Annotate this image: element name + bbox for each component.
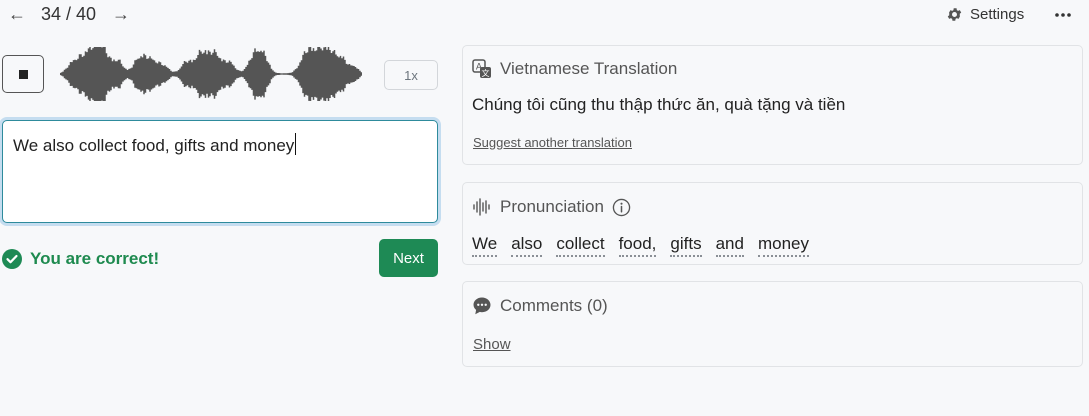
answer-input[interactable]: We also collect food, gifts and money: [2, 120, 438, 223]
pronunciation-word[interactable]: gifts: [670, 234, 702, 257]
comments-card-header: Comments (0): [472, 296, 608, 316]
pronunciation-word[interactable]: money: [757, 234, 809, 257]
translation-card: A 文 Vietnamese Translation Chúng tôi cũn…: [462, 45, 1083, 165]
pronunciation-card: Pronunciation We also collect food, gifts and…: [462, 182, 1083, 265]
pronunciation-card-header: Pronunciation: [472, 197, 631, 217]
translation-text: Chúng tôi cũng thu thập thức ăn, quà tặn…: [472, 95, 846, 114]
comments-card-title: Comments (0): [500, 296, 608, 315]
settings-button[interactable]: Settings: [946, 6, 1024, 23]
pronunciation-word[interactable]: and: [715, 234, 744, 257]
settings-label: Settings: [970, 6, 1025, 23]
feedback-text: You are correct!: [30, 249, 160, 268]
translation-card-header: A 文 Vietnamese Translation: [472, 59, 677, 79]
pronunciation-card-title: Pronunciation: [500, 197, 604, 216]
answer-text: We also collect food, gifts and money: [13, 136, 295, 155]
comments-card: Comments (0) Show: [462, 281, 1083, 367]
stop-icon: [18, 69, 28, 79]
translation-card-title: Vietnamese Translation: [500, 59, 678, 78]
soundwave-icon: [473, 198, 490, 216]
progress-counter: 34 / 40: [41, 4, 97, 24]
pronunciation-word[interactable]: collect: [556, 234, 605, 257]
gear-icon: [947, 8, 962, 21]
translate-icon: A 文: [472, 59, 491, 78]
more-horizontal-icon: [1055, 13, 1071, 17]
audio-waveform[interactable]: [60, 46, 362, 102]
next-button[interactable]: Next: [379, 239, 438, 277]
info-icon[interactable]: [612, 198, 631, 217]
pronunciation-word[interactable]: food,: [618, 234, 657, 257]
feedback-message: You are correct!: [2, 249, 159, 269]
suggest-translation-link[interactable]: Suggest another translation: [473, 135, 632, 150]
top-bar: ← 34 / 40 → Settings: [0, 0, 1089, 34]
pronunciation-word[interactable]: We: [472, 234, 498, 257]
svg-text:文: 文: [482, 68, 490, 78]
show-comments-link[interactable]: Show: [473, 336, 511, 353]
chat-bubble-icon: [473, 297, 491, 315]
text-caret: [295, 133, 297, 155]
playback-speed-button[interactable]: 1x: [384, 60, 438, 90]
pronunciation-words: We also collect food, gifts and money: [472, 234, 809, 257]
stop-button[interactable]: [2, 55, 44, 93]
pronunciation-word[interactable]: also: [511, 234, 543, 257]
check-circle-icon: [2, 249, 22, 269]
page: ← 34 / 40 → Settings 1x We also collect …: [0, 0, 1089, 416]
arrow-left-icon[interactable]: ←: [5, 2, 29, 26]
arrow-right-icon[interactable]: →: [109, 2, 133, 26]
more-menu-button[interactable]: [1052, 4, 1074, 26]
